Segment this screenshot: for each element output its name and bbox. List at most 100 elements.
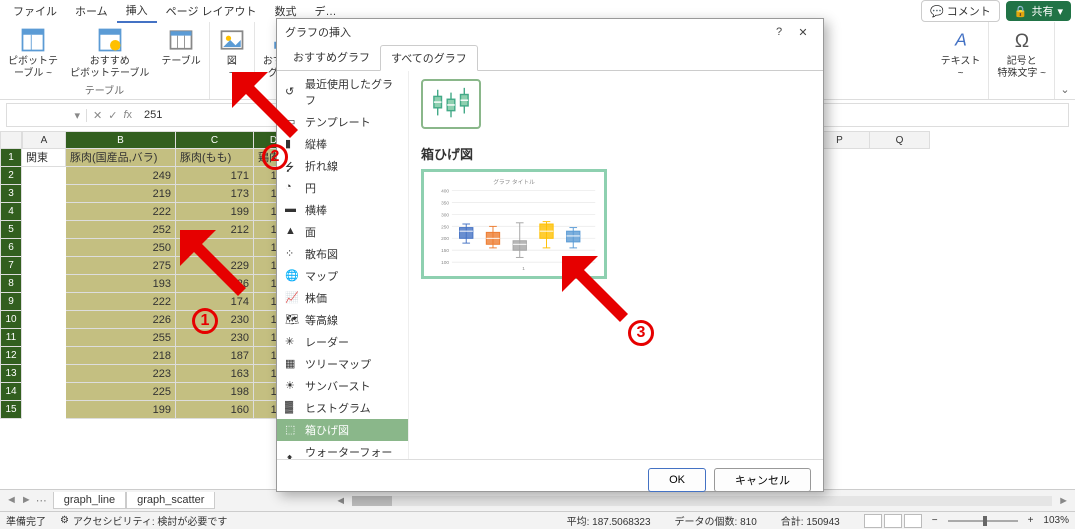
chart-type-item[interactable]: 📈株価 [277,287,408,309]
row-header[interactable]: 2 [0,167,22,185]
tab-all-charts[interactable]: すべてのグラフ [380,45,478,71]
cell[interactable]: 230 [176,329,254,347]
tab-home[interactable]: ホーム [66,0,117,22]
row-header[interactable]: 3 [0,185,22,203]
cell[interactable]: 199 [176,203,254,221]
cell[interactable]: 249 [66,167,176,185]
row-header[interactable]: 7 [0,257,22,275]
share-button[interactable]: 🔒 共有 ▾ [1006,1,1071,21]
zoom-in-button[interactable]: + [1028,515,1034,526]
cell[interactable]: 171 [176,167,254,185]
chart-type-item[interactable]: ⬚箱ひげ図 [277,419,408,441]
zoom-value[interactable]: 103% [1043,515,1069,526]
cell[interactable]: 225 [66,383,176,401]
cell[interactable]: 226 [66,311,176,329]
accept-formula-icon[interactable]: ✓ [108,109,117,122]
col-header[interactable]: Q [870,131,930,149]
col-header[interactable]: A [22,131,66,149]
cell[interactable]: 173 [176,185,254,203]
row-header[interactable]: 8 [0,275,22,293]
chart-type-item[interactable]: ✳レーダー [277,331,408,353]
table-button[interactable]: テーブル [159,24,202,70]
select-all-corner[interactable] [0,131,22,149]
pagebreak-view-icon[interactable] [904,514,922,528]
cell[interactable]: 豚肉(国産品,バラ) [66,149,176,167]
cell[interactable]: 関東 [22,149,66,167]
chart-type-item[interactable]: ⬍ウォーターフォール [277,441,408,459]
cell[interactable]: 187 [176,347,254,365]
name-box[interactable]: ▾ [7,109,87,122]
cell[interactable]: 252 [66,221,176,239]
pivot-table-button[interactable]: ピボットテ ーブル ~ [6,24,60,82]
chart-type-icon: ☀ [285,379,299,393]
cancel-button[interactable]: キャンセル [714,468,811,492]
row-header[interactable]: 11 [0,329,22,347]
status-accessibility[interactable]: ⚙ アクセシビリティ: 検討が必要です [60,513,227,528]
chart-type-item[interactable]: 🗺等高線 [277,309,408,331]
cell[interactable]: 218 [66,347,176,365]
close-button[interactable]: ✕ [791,26,815,39]
chart-type-item[interactable]: 🌐マップ [277,265,408,287]
sheet-tab-graph-scatter[interactable]: graph_scatter [126,492,215,509]
cell[interactable]: 163 [176,365,254,383]
row-header[interactable]: 4 [0,203,22,221]
row-header[interactable]: 14 [0,383,22,401]
tab-insert[interactable]: 挿入 [117,0,157,23]
ribbon-collapse-button[interactable]: ⌄ [1055,79,1075,99]
fx-icon[interactable]: fx [123,109,132,121]
chart-type-item[interactable]: ⁘散布図 [277,243,408,265]
cell[interactable]: 193 [66,275,176,293]
cell[interactable]: 250 [66,239,176,257]
row-header[interactable]: 12 [0,347,22,365]
cell[interactable]: 199 [66,401,176,419]
row-header[interactable]: 6 [0,239,22,257]
tab-pagelayout[interactable]: ページ レイアウト [157,0,266,22]
ok-button[interactable]: OK [648,468,706,492]
row-header[interactable]: 10 [0,311,22,329]
sheet-nav-next[interactable]: ► [21,494,32,507]
sheet-tab-graph-line[interactable]: graph_line [53,492,126,509]
normal-view-icon[interactable] [864,514,882,528]
chart-type-item[interactable]: ▲面 [277,221,408,243]
row-header[interactable]: 5 [0,221,22,239]
cell[interactable]: 198 [176,383,254,401]
chart-type-label: サンバースト [305,378,370,394]
cell[interactable]: 160 [176,401,254,419]
status-average: 平均: 187.5068323 [567,513,651,528]
cell[interactable]: 275 [66,257,176,275]
sheet-nav-more[interactable]: ⋯ [36,494,47,507]
tab-file[interactable]: ファイル [4,0,66,22]
pagelayout-view-icon[interactable] [884,514,902,528]
row-header[interactable]: 1 [0,149,22,167]
cancel-formula-icon[interactable]: ✕ [93,109,102,122]
col-header[interactable]: B [66,131,176,149]
chart-type-item[interactable]: ▬横棒 [277,199,408,221]
annotation-label-1: 1 [192,308,218,334]
chart-type-label: 株価 [305,290,327,306]
view-buttons[interactable] [864,514,922,528]
zoom-out-button[interactable]: − [932,515,938,526]
symbols-button[interactable]: Ω 記号と 特殊文字 ~ [995,24,1048,82]
row-header[interactable]: 9 [0,293,22,311]
boxplot-subtype-button[interactable] [421,79,481,129]
recommended-pivot-button[interactable]: おすすめ ピボットテーブル [68,24,151,82]
row-header[interactable]: 13 [0,365,22,383]
cell[interactable]: 222 [66,203,176,221]
row-header[interactable]: 15 [0,401,22,419]
zoom-slider[interactable] [948,520,1018,522]
sheet-nav-prev[interactable]: ◄ [6,494,17,507]
cell[interactable]: 219 [66,185,176,203]
chart-type-item[interactable]: ▦ツリーマップ [277,353,408,375]
cell[interactable]: 255 [66,329,176,347]
comments-button[interactable]: 💬 コメント [921,0,1000,22]
cell[interactable]: 222 [66,293,176,311]
chart-type-item[interactable]: ◔円 [277,177,408,199]
help-button[interactable]: ? [767,26,791,38]
annotation-label-3: 3 [628,320,654,346]
text-button[interactable]: A テキスト ~ [939,24,983,82]
tab-recommended-charts[interactable]: おすすめグラフ [283,45,380,70]
chart-type-item[interactable]: ☀ サンバースト [277,375,408,397]
chart-type-item[interactable]: ▓ヒストグラム [277,397,408,419]
hscroll-right[interactable]: ► [1058,495,1069,507]
cell[interactable]: 223 [66,365,176,383]
